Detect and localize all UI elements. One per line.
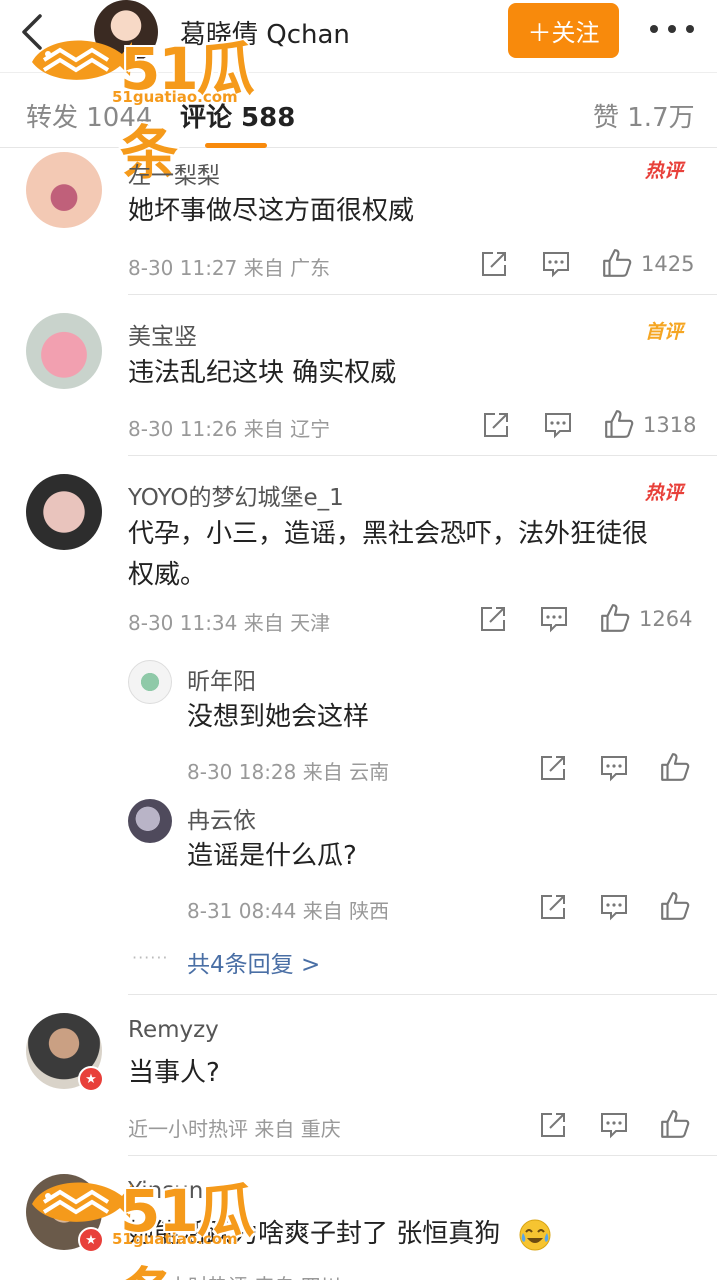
active-tab-indicator [205,143,267,148]
reply-icon[interactable] [539,604,569,634]
hot-comment-badge: 热评 [645,160,684,182]
divider [128,455,717,456]
like-count: 1425 [641,252,695,276]
profile-avatar[interactable] [94,0,158,64]
comment-text: 代孕，小三，造谣，黑社会恐吓，法外狂徒很 [128,519,649,549]
share-icon[interactable] [478,604,508,634]
like-icon[interactable] [659,1108,691,1140]
reply-text: 没想到她会这样 [187,702,370,732]
follow-button[interactable]: ＋关注 [508,3,619,58]
avatar[interactable] [26,474,102,550]
comment-username[interactable]: Remyzy [128,1017,219,1043]
comment-meta: 8-30 11:27 来自 广东 [128,256,331,280]
comment-meta: 8-30 11:26 来自 辽宁 [128,417,331,441]
tab-likes[interactable]: 赞 1.7万 [593,97,695,134]
comment-meta: 近一小时热评 来自 重庆 [128,1117,341,1141]
like-icon[interactable] [599,602,631,634]
comment-text: 她能活跃为啥爽子封了 张恒真狗 [128,1219,501,1249]
comment-meta: 近一小时热评 来自 四川 [128,1270,341,1280]
reply-username[interactable]: 昕年阳 [187,662,256,696]
comment-text: 违法乱纪这块 确实权威 [128,358,397,388]
comment-username[interactable]: 左一梨梨 [128,156,220,190]
more-options-icon[interactable] [650,14,694,44]
share-icon[interactable] [481,410,511,440]
reply-meta: 8-31 08:44 来自 陕西 [187,899,390,923]
profile-username[interactable]: 葛晓倩 Qchan [180,14,350,51]
tab-comments[interactable]: 评论 588 [180,97,295,134]
share-icon[interactable] [479,249,509,279]
like-icon[interactable] [659,751,691,783]
verified-badge-icon: ★ [78,1066,104,1092]
divider [128,294,717,295]
like-count: 1318 [643,413,697,437]
comment-username[interactable]: Yinsun [128,1178,203,1204]
avatar[interactable] [26,152,102,228]
verified-badge-icon: ★ [78,1227,104,1253]
comment-text: 当事人? [128,1058,220,1088]
hot-comment-badge: 热评 [645,482,684,504]
comment-text: 她坏事做尽这方面很权威 [128,196,415,226]
reply-icon[interactable] [599,1110,629,1140]
share-icon[interactable] [538,753,568,783]
crying-laughing-emoji-icon [519,1219,551,1251]
reply-icon[interactable] [599,753,629,783]
first-comment-badge: 首评 [645,321,684,343]
tab-repost[interactable]: 转发 1044 [26,97,152,134]
reply-icon[interactable] [543,410,573,440]
comment-username[interactable]: 美宝竖 [128,317,197,351]
reply-meta: 8-30 18:28 来自 云南 [187,760,390,784]
like-icon[interactable] [603,408,635,440]
avatar[interactable] [128,799,172,843]
share-icon[interactable] [538,1110,568,1140]
avatar[interactable] [128,660,172,704]
tab-bar: 转发 1044 评论 588 赞 1.7万 [0,72,717,148]
like-count: 1264 [639,607,693,631]
like-icon[interactable] [659,890,691,922]
like-icon[interactable] [601,247,633,279]
reply-text: 造谣是什么瓜? [187,841,357,871]
dotted-line: ······ [132,948,169,967]
divider [128,994,717,995]
divider [128,1155,717,1156]
comment-username[interactable]: YOYO的梦幻城堡e_1 [128,478,344,512]
reply-icon[interactable] [541,249,571,279]
share-icon[interactable] [538,892,568,922]
comment-meta: 8-30 11:34 来自 天津 [128,611,331,635]
back-arrow-icon[interactable] [18,12,48,52]
comment-text-continued: 权威。 [128,560,207,590]
view-more-replies-link[interactable]: 共4条回复 > [187,945,320,979]
reply-icon[interactable] [599,892,629,922]
avatar[interactable] [26,313,102,389]
reply-username[interactable]: 冉云依 [187,801,256,835]
top-bar: 葛晓倩 Qchan ＋关注 [0,0,717,72]
